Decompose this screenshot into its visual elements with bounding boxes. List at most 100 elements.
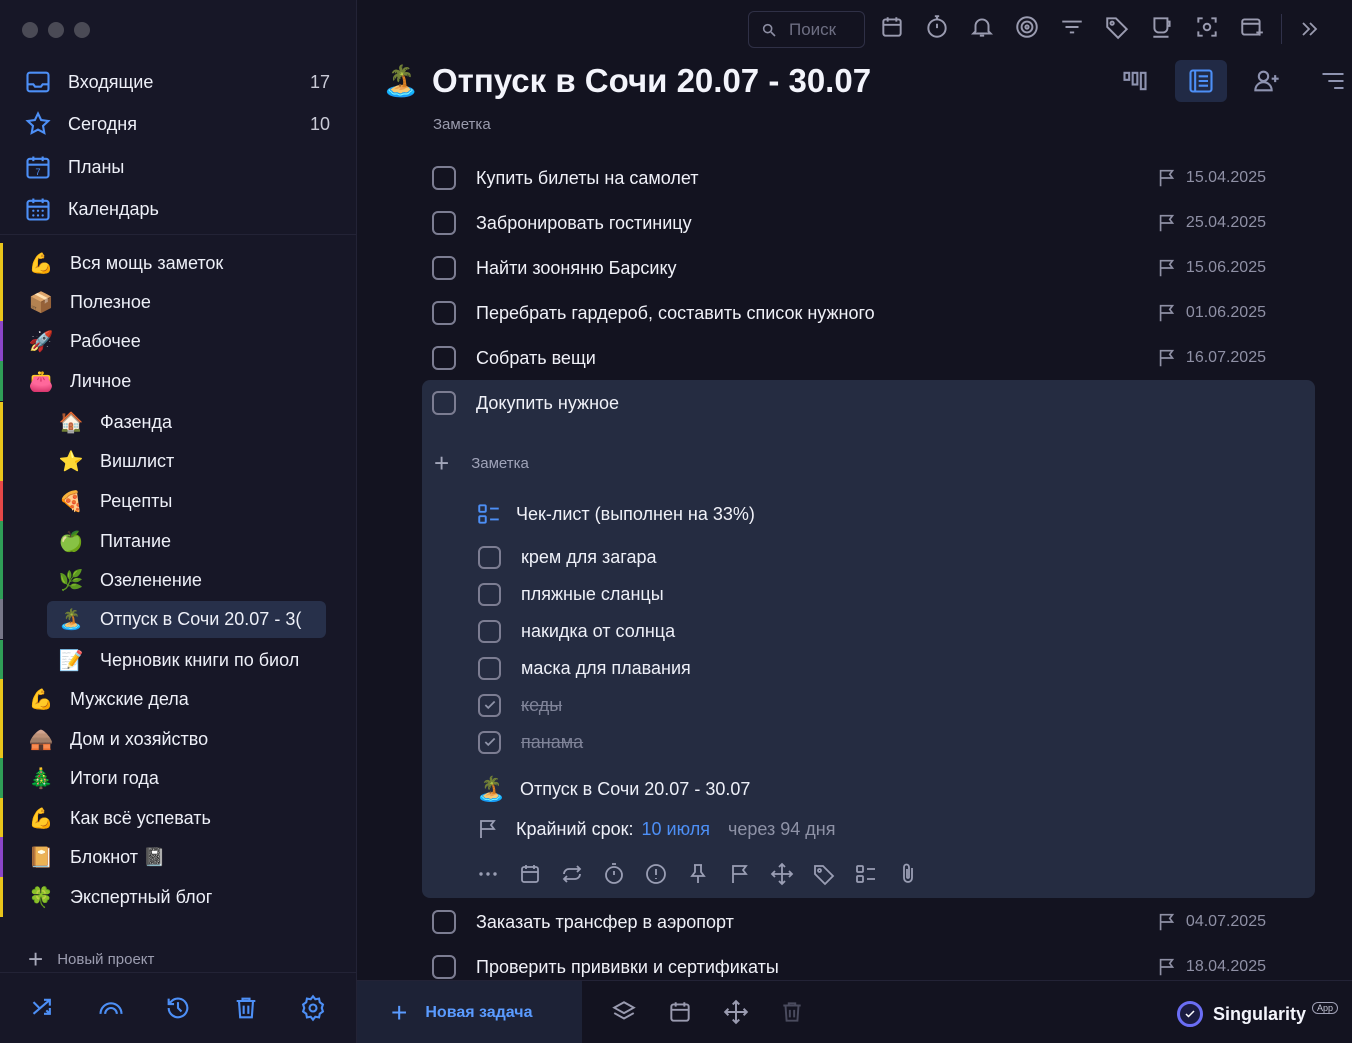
checklist-item[interactable]: крем для загара	[478, 542, 657, 572]
calendar-icon[interactable]	[667, 999, 693, 1025]
project-emoji-icon: 💪	[28, 252, 54, 275]
target-icon[interactable]	[1014, 14, 1040, 40]
trash-icon[interactable]	[779, 999, 805, 1025]
rainbow-icon[interactable]	[97, 994, 125, 1022]
task-row[interactable]: Купить билеты на самолет 15.04.2025	[432, 162, 1272, 194]
project-item[interactable]: 🏠 Фазенда	[58, 404, 172, 440]
sort-button[interactable]	[1307, 60, 1352, 102]
task-checkbox[interactable]	[432, 301, 456, 325]
project-item[interactable]: 🍕 Рецепты	[58, 483, 173, 519]
new-task-button[interactable]: + Новая задача	[357, 981, 582, 1043]
add-window-icon[interactable]	[1239, 14, 1265, 40]
priority-icon[interactable]	[644, 862, 668, 886]
project-item[interactable]: 🍀 Экспертный блог	[28, 879, 213, 915]
timer-icon[interactable]	[602, 862, 626, 886]
project-item[interactable]: 🌿 Озеленение	[58, 562, 202, 598]
project-item[interactable]: 💪 Вся мощь заметок	[28, 245, 224, 281]
sidebar-item-calendar[interactable]: Календарь	[24, 191, 334, 227]
checklist-item-done[interactable]: кеды	[478, 690, 562, 720]
deadline-relative: через 94 дня	[727, 818, 836, 839]
zoom-window-button[interactable]	[74, 22, 90, 38]
checklist-checkbox-checked[interactable]	[478, 693, 501, 717]
task-row[interactable]: Заказать трансфер в аэропорт 04.07.2025	[432, 906, 1272, 938]
project-item[interactable]: 👛 Личное	[28, 363, 132, 399]
deadline-value[interactable]: 10 июля	[642, 819, 710, 840]
tag-icon[interactable]	[1104, 14, 1130, 40]
calendar-icon[interactable]	[518, 862, 542, 886]
cup-icon[interactable]	[1149, 14, 1175, 40]
checklist-item[interactable]: накидка от солнца	[478, 616, 675, 646]
checklist-item[interactable]: пляжные сланцы	[478, 579, 664, 609]
checklist-checkbox[interactable]	[478, 656, 501, 680]
chevrons-right-icon[interactable]	[1297, 17, 1321, 41]
checklist-item-done[interactable]: панама	[478, 727, 583, 757]
project-emoji-icon: 🎄	[28, 767, 54, 790]
history-icon[interactable]	[164, 994, 192, 1022]
checklist-item[interactable]: маска для плавания	[478, 653, 691, 683]
minimize-window-button[interactable]	[48, 22, 64, 38]
checklist-icon[interactable]	[854, 862, 878, 886]
checklist-checkbox-checked[interactable]	[478, 730, 501, 754]
more-icon[interactable]	[476, 862, 500, 886]
task-row[interactable]: Проверить прививки и сертификаты 18.04.2…	[432, 951, 1272, 983]
filter-icon[interactable]	[1059, 14, 1085, 40]
task-row[interactable]: Найти зооняню Барсику 15.06.2025	[432, 252, 1272, 284]
project-item[interactable]: ⭐ Вишлист	[58, 443, 175, 479]
checklist-checkbox[interactable]	[478, 545, 501, 569]
add-user-button[interactable]	[1241, 60, 1293, 102]
move-icon[interactable]	[770, 862, 794, 886]
task-checkbox[interactable]	[432, 166, 456, 190]
expanded-task-card[interactable]: Докупить нужное + Заметка Чек-лист (выпо…	[422, 380, 1315, 898]
checklist-header[interactable]: Чек-лист (выполнен на 33%)	[476, 501, 755, 527]
task-note-field[interactable]: + Заметка	[434, 448, 529, 479]
project-item[interactable]: 📦 Полезное	[28, 284, 151, 320]
checklist-checkbox[interactable]	[478, 619, 501, 643]
project-item[interactable]: 🍏 Питание	[58, 523, 172, 559]
task-checkbox[interactable]	[432, 211, 456, 235]
bell-icon[interactable]	[969, 14, 995, 40]
calendar-icon[interactable]	[879, 14, 905, 40]
task-row[interactable]: Перебрать гардероб, составить список нуж…	[432, 297, 1272, 329]
shuffle-icon[interactable]	[30, 994, 58, 1022]
project-item[interactable]: 💪 Мужские дела	[28, 681, 189, 717]
project-item[interactable]: 🚀 Рабочее	[28, 323, 141, 359]
sidebar-item-inbox[interactable]: Входящие 17	[24, 64, 334, 100]
project-item[interactable]: 💪 Как всё успевать	[28, 800, 211, 836]
project-item[interactable]: 🎄 Итоги года	[28, 760, 159, 796]
sidebar-item-today[interactable]: Сегодня 10	[24, 106, 334, 142]
task-checkbox[interactable]	[432, 346, 456, 370]
kanban-view-button[interactable]	[1109, 60, 1161, 102]
focus-icon[interactable]	[1194, 14, 1220, 40]
close-window-button[interactable]	[22, 22, 38, 38]
pin-icon[interactable]	[686, 862, 710, 886]
project-item[interactable]: 📔 Блокнот 📓	[28, 839, 166, 875]
task-project[interactable]: 🏝️ Отпуск в Сочи 20.07 - 30.07	[476, 775, 750, 804]
gear-icon[interactable]	[299, 994, 327, 1022]
task-checkbox[interactable]	[432, 256, 456, 280]
task-checkbox[interactable]	[432, 910, 456, 934]
layers-icon[interactable]	[611, 999, 637, 1025]
task-row[interactable]: Собрать вещи 16.07.2025	[432, 342, 1272, 374]
task-row[interactable]: Забронировать гостиницу 25.04.2025	[432, 207, 1272, 239]
project-label: Экспертный блог	[70, 886, 213, 907]
paperclip-icon[interactable]	[896, 862, 920, 886]
checklist-checkbox[interactable]	[478, 582, 501, 606]
trash-icon[interactable]	[232, 994, 260, 1022]
timer-icon[interactable]	[924, 14, 950, 40]
move-icon[interactable]	[723, 999, 749, 1025]
list-view-button[interactable]	[1175, 60, 1227, 102]
new-project-button[interactable]: + Новый проект	[28, 944, 154, 975]
search-input[interactable]: Поиск	[748, 11, 865, 48]
project-item-active[interactable]: 🏝️ Отпуск в Сочи 20.07 - 3(	[47, 601, 326, 638]
task-deadline-row[interactable]: Крайний срок: 10 июля через 94 дня	[476, 817, 835, 841]
tag-icon[interactable]	[812, 862, 836, 886]
project-item[interactable]: 🛖 Дом и хозяйство	[28, 721, 209, 757]
task-row-expanded[interactable]: Докупить нужное	[432, 387, 1272, 419]
project-item[interactable]: 📝 Черновик книги по биол	[58, 642, 316, 678]
flag-icon[interactable]	[728, 862, 752, 886]
repeat-icon[interactable]	[560, 862, 584, 886]
task-checkbox[interactable]	[432, 955, 456, 979]
project-note[interactable]: Заметка	[433, 116, 491, 133]
task-checkbox[interactable]	[432, 391, 456, 415]
sidebar-item-plans[interactable]: 7 Планы	[24, 149, 334, 185]
